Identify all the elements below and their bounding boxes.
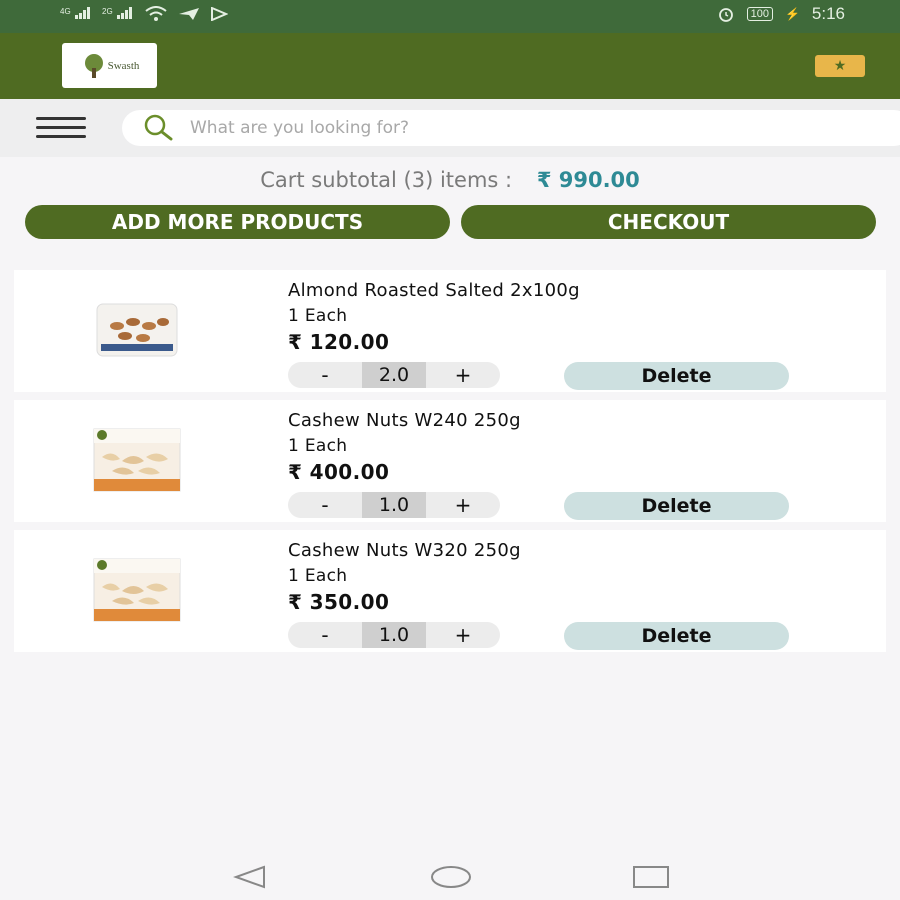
product-image xyxy=(79,292,194,368)
telegram-icon xyxy=(179,8,200,20)
quantity-stepper: - 1.0 + xyxy=(288,492,500,518)
cart-item: Almond Roasted Salted 2x100g 1 Each ₹ 12… xyxy=(14,270,886,392)
status-bar: 4G 2G 100 ⚡ 5:16 xyxy=(0,0,900,33)
signal-icon: 4G xyxy=(60,6,92,22)
subtotal-label: Cart subtotal (3) items : xyxy=(260,168,513,192)
quantity-value[interactable]: 2.0 xyxy=(362,362,426,388)
item-price: ₹ 350.00 xyxy=(288,590,390,614)
subtotal-amount: ₹ 990.00 xyxy=(536,168,640,192)
quantity-value[interactable]: 1.0 xyxy=(362,492,426,518)
decrement-button[interactable]: - xyxy=(288,363,362,387)
cart-subtotal: Cart subtotal (3) items : ₹ 990.00 xyxy=(0,168,900,192)
product-image xyxy=(79,422,194,498)
logo-text: Swasth xyxy=(107,59,140,72)
add-more-products-button[interactable]: ADD MORE PRODUCTS xyxy=(25,205,450,239)
battery-icon: 100 xyxy=(746,7,773,21)
item-name[interactable]: Cashew Nuts W320 250g xyxy=(288,540,521,561)
charging-icon: ⚡ xyxy=(784,7,800,21)
cashew-pack-icon xyxy=(93,558,180,622)
almond-jar-icon xyxy=(96,303,177,357)
search-box[interactable] xyxy=(122,110,900,146)
home-icon[interactable] xyxy=(430,864,472,890)
search-row xyxy=(0,99,900,157)
cashew-pack-icon xyxy=(93,428,180,492)
item-price: ₹ 120.00 xyxy=(288,330,390,354)
quantity-value[interactable]: 1.0 xyxy=(362,622,426,648)
play-store-icon xyxy=(211,7,229,21)
search-input[interactable] xyxy=(188,112,900,144)
checkout-button[interactable]: CHECKOUT xyxy=(461,205,876,239)
increment-button[interactable]: + xyxy=(426,363,500,387)
alarm-icon xyxy=(718,8,733,22)
item-unit: 1 Each xyxy=(288,566,348,586)
status-time: 5:16 xyxy=(811,4,845,23)
signal-icon: 2G xyxy=(102,6,134,22)
delete-button[interactable]: Delete xyxy=(564,362,789,390)
increment-button[interactable]: + xyxy=(426,623,500,647)
quantity-stepper: - 1.0 + xyxy=(288,622,500,648)
delete-button[interactable]: Delete xyxy=(564,492,789,520)
app-bar: Swasth ★ xyxy=(0,33,900,99)
increment-button[interactable]: + xyxy=(426,493,500,517)
quantity-stepper: - 2.0 + xyxy=(288,362,500,388)
item-unit: 1 Each xyxy=(288,306,348,326)
product-image xyxy=(79,552,194,628)
logo[interactable]: Swasth xyxy=(62,43,157,88)
item-name[interactable]: Cashew Nuts W240 250g xyxy=(288,410,521,431)
back-icon[interactable] xyxy=(232,864,268,890)
cart-item: Cashew Nuts W320 250g 1 Each ₹ 350.00 - … xyxy=(14,530,886,652)
status-right: 100 ⚡ 5:16 xyxy=(717,4,845,24)
decrement-button[interactable]: - xyxy=(288,623,362,647)
item-unit: 1 Each xyxy=(288,436,348,456)
search-icon xyxy=(144,114,173,141)
item-name[interactable]: Almond Roasted Salted 2x100g xyxy=(288,280,580,301)
recents-icon[interactable] xyxy=(632,864,670,890)
wifi-icon xyxy=(145,6,167,21)
status-left: 4G 2G xyxy=(60,6,229,22)
cart-item: Cashew Nuts W240 250g 1 Each ₹ 400.00 - … xyxy=(14,400,886,522)
tree-logo-icon xyxy=(84,53,103,78)
delete-button[interactable]: Delete xyxy=(564,622,789,650)
star-ticket-icon[interactable]: ★ xyxy=(815,55,865,77)
item-price: ₹ 400.00 xyxy=(288,460,390,484)
menu-icon[interactable] xyxy=(36,117,86,139)
system-nav-bar xyxy=(0,850,900,900)
decrement-button[interactable]: - xyxy=(288,493,362,517)
